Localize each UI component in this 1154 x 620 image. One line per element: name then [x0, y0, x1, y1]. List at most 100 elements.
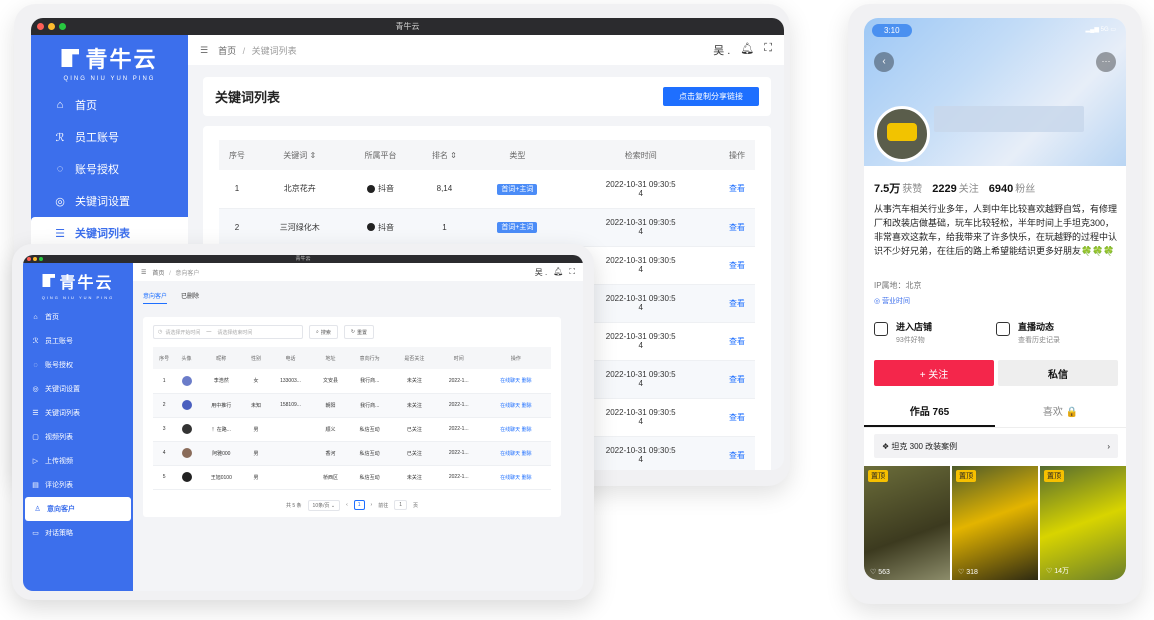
- delete-link[interactable]: 删除: [522, 427, 532, 433]
- stat-followers[interactable]: 6940 粉丝: [989, 180, 1035, 196]
- bell-icon[interactable]: 🔔︎: [740, 42, 754, 58]
- cell-addr: 朝阳: [313, 393, 348, 418]
- tab-works[interactable]: 作品 765: [864, 398, 995, 427]
- breadcrumb-home[interactable]: 首页: [218, 46, 236, 56]
- breadcrumb-home[interactable]: 首页: [152, 271, 164, 277]
- view-link[interactable]: 查看: [729, 337, 745, 346]
- delete-link[interactable]: 删除: [522, 378, 532, 384]
- column-header[interactable]: 类型: [472, 140, 563, 170]
- sidebar-item[interactable]: ☰ 关键词列表: [23, 401, 133, 425]
- column-header[interactable]: 所属平台: [344, 140, 417, 170]
- follow-button[interactable]: + 关注: [874, 360, 994, 386]
- close-dot[interactable]: [37, 23, 44, 30]
- goto-page-input[interactable]: 1: [394, 500, 407, 510]
- live-entry[interactable]: 直播动态 查看历史记录: [996, 320, 1118, 345]
- page-size-select[interactable]: 10条/页 ⌄: [307, 499, 341, 511]
- delete-link[interactable]: 删除: [522, 403, 532, 409]
- range-separator: —: [206, 329, 212, 335]
- column-header[interactable]: 关键词 ⇕: [254, 140, 345, 170]
- video-thumb[interactable]: 置顶 ♡ 14万: [1040, 466, 1126, 580]
- view-link[interactable]: 查看: [729, 413, 745, 422]
- prev-page-button[interactable]: ‹: [346, 502, 348, 508]
- close-dot[interactable]: [27, 257, 31, 261]
- chat-online-link[interactable]: 在线聊天: [500, 403, 520, 409]
- cell-intent: 我行商...: [347, 393, 392, 418]
- maximize-dot[interactable]: [59, 23, 66, 30]
- message-button[interactable]: 私信: [998, 360, 1118, 386]
- chat-online-link[interactable]: 在线聊天: [500, 475, 520, 481]
- shop-live-row: 进入店铺 93件好物 直播动态 查看历史记录: [874, 320, 1118, 345]
- live-tv-icon: [996, 322, 1010, 336]
- view-link[interactable]: 查看: [729, 261, 745, 270]
- sidebar-item[interactable]: ▭ 对话策略: [23, 521, 133, 545]
- cell-intent: 私信互动: [347, 465, 392, 490]
- column-header[interactable]: 操作: [719, 140, 755, 170]
- sidebar-item[interactable]: ◌ 账号授权: [31, 153, 188, 185]
- search-button[interactable]: ⌕ 搜索: [309, 325, 338, 339]
- tab-likes[interactable]: 喜欢 🔒: [995, 398, 1126, 427]
- video-thumb[interactable]: 置顶 ♡ 563: [864, 466, 950, 580]
- user-menu[interactable]: 吴 .: [535, 267, 547, 278]
- bell-icon[interactable]: 🔔︎: [553, 267, 563, 278]
- sidebar-item[interactable]: ▷ 上传视频: [23, 449, 133, 473]
- sidebar-item[interactable]: ⌂ 首页: [31, 89, 188, 121]
- type-tag: 首词+主词: [497, 222, 538, 233]
- battery-icon: ▭: [1108, 27, 1116, 33]
- view-link[interactable]: 查看: [729, 299, 745, 308]
- current-page[interactable]: 1: [353, 500, 365, 510]
- sidebar-item[interactable]: ◎ 关键词设置: [31, 185, 188, 217]
- sidebar-item[interactable]: ℛ 员工账号: [23, 329, 133, 353]
- sidebar-item[interactable]: ♙ 意向客户: [25, 497, 131, 521]
- sidebar-item[interactable]: ⌂ 首页: [23, 305, 133, 329]
- view-link[interactable]: 查看: [729, 375, 745, 384]
- chat-online-link[interactable]: 在线聊天: [500, 378, 520, 384]
- video-thumb[interactable]: 置顶 ♡ 318: [952, 466, 1038, 580]
- delete-link[interactable]: 删除: [522, 451, 532, 457]
- sidebar-item[interactable]: ℛ 员工账号: [31, 121, 188, 153]
- customer-table: 序号 头像 昵称 性别 电话 地址 意向行为 是否关注 时间 操作 1 李浩然女 133003... 文…: [153, 347, 551, 490]
- stat-following[interactable]: 2229 关注: [932, 180, 978, 196]
- window-controls[interactable]: [37, 23, 66, 30]
- maximize-dot[interactable]: [39, 257, 43, 261]
- collection-bar[interactable]: ❖ 坦克 300 改装案例 ›: [874, 434, 1118, 458]
- copy-share-link-button[interactable]: 点击复制分享链接: [663, 87, 759, 106]
- sidebar-item[interactable]: ◌ 账号授权: [23, 353, 133, 377]
- sidebar-item[interactable]: ▢ 视频列表: [23, 425, 133, 449]
- fullscreen-icon[interactable]: ⛶: [764, 42, 772, 58]
- business-hours[interactable]: ◎ 营业时间: [874, 296, 910, 306]
- fullscreen-icon[interactable]: ⛶: [569, 267, 575, 278]
- view-link[interactable]: 查看: [729, 223, 745, 232]
- reset-button[interactable]: ↻ 重置: [343, 325, 375, 339]
- minimize-dot[interactable]: [48, 23, 55, 30]
- chat-online-link[interactable]: 在线聊天: [500, 451, 520, 457]
- sidebar-item[interactable]: ▤ 评论列表: [23, 473, 133, 497]
- menu-fold-icon[interactable]: ☰: [141, 269, 146, 276]
- time-line1: 2022-10-31 09:30:5: [605, 218, 676, 227]
- shop-entry[interactable]: 进入店铺 93件好物: [874, 320, 996, 345]
- column-header[interactable]: 序号: [219, 140, 255, 170]
- chat-online-link[interactable]: 在线聊天: [500, 427, 520, 433]
- delete-link[interactable]: 删除: [522, 475, 532, 481]
- phone-screen: 3:10 ▂▄▆ 5G ▭ ‹ ··· 7.5万 获赞 2229 关注 6940 粉丝…: [864, 18, 1126, 580]
- sidebar-item[interactable]: ◎ 关键词设置: [23, 377, 133, 401]
- avatar[interactable]: [874, 106, 930, 162]
- tab-deleted[interactable]: 已删除: [181, 291, 199, 304]
- user-menu[interactable]: 吴 .: [713, 42, 730, 58]
- cell-time: 2022-1...: [436, 465, 481, 490]
- next-page-button[interactable]: ›: [371, 502, 373, 508]
- menu-fold-icon[interactable]: ☰: [200, 45, 208, 56]
- tab-intent-customers[interactable]: 意向客户: [143, 291, 168, 304]
- column-header[interactable]: 排名 ⇕: [416, 140, 473, 170]
- date-range-input[interactable]: ◷ 请选择开始时间 — 请选择结束时间: [153, 325, 303, 339]
- table-row: 1 李浩然女 133003... 文安县 我行商... 未关注 2022-1... 在线聊天 …: [153, 369, 551, 394]
- window-controls[interactable]: [27, 257, 43, 261]
- view-link[interactable]: 查看: [729, 184, 745, 193]
- cell-addr: 文安县: [313, 369, 348, 394]
- minimize-dot[interactable]: [33, 257, 37, 261]
- more-icon[interactable]: ···: [1096, 52, 1116, 72]
- logo: 青牛云 QING NIU YUN PING: [23, 263, 133, 305]
- column-header[interactable]: 检索时间: [562, 140, 720, 170]
- menu-icon: ▭: [32, 530, 39, 537]
- back-icon[interactable]: ‹: [874, 52, 894, 72]
- view-link[interactable]: 查看: [729, 451, 745, 460]
